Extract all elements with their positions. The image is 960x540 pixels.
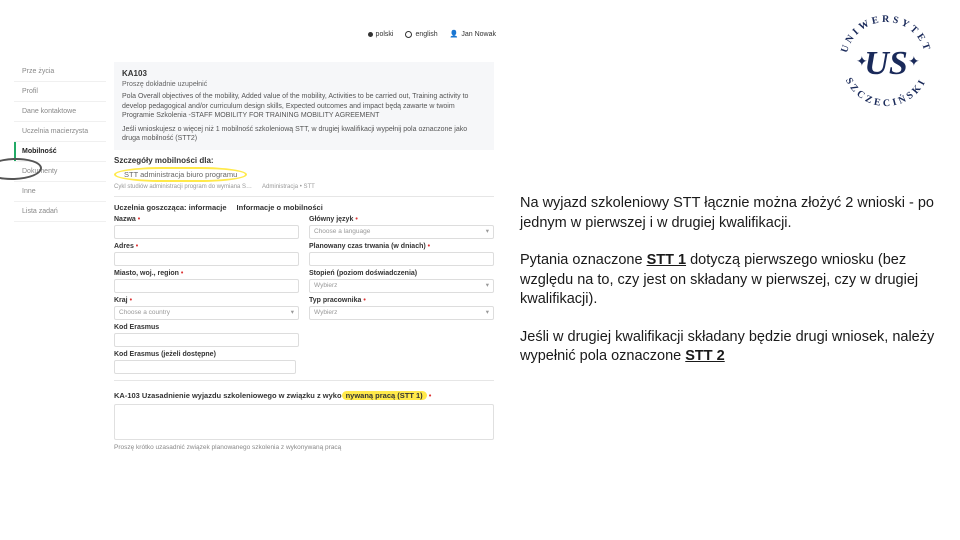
adres-input[interactable]: [114, 252, 299, 266]
adres-label: Adres •: [114, 243, 299, 250]
sidebar-item-profil[interactable]: Profil: [14, 82, 106, 102]
logo-initials: US: [864, 45, 907, 82]
university-logo: UNIWERSYTET SZCZECIŃSKI US ✦ ✦: [830, 6, 942, 118]
top-bar: polski english 👤Jan Nowak: [368, 30, 496, 38]
stopien-label: Stopień (poziom doświadczenia): [309, 270, 494, 277]
czas-label: Planowany czas trwania (w dniach) •: [309, 243, 494, 250]
details-meta-right: Administracja • STT: [262, 184, 315, 190]
application-screenshot: polski english 👤Jan Nowak Prze życia Pro…: [14, 30, 504, 530]
jezyk-label: Główny język •: [309, 216, 494, 223]
stt-textarea[interactable]: [114, 404, 494, 440]
czas-input[interactable]: [309, 252, 494, 266]
lang-polish[interactable]: polski: [368, 31, 394, 38]
svg-text:✦: ✦: [908, 53, 920, 69]
card-body2: Jeśli wnioskujesz o więcej niż 1 mobilno…: [122, 125, 486, 144]
details-meta-left: Cykl studiów administracji program do wy…: [114, 184, 252, 190]
sidebar: Prze życia Profil Dane kontaktowe Uczeln…: [14, 62, 106, 222]
stt-highlight: nywaną pracą (STT 1): [342, 391, 427, 400]
stt-section-title: KA-103 Uzasadnienie wyjazdu szkolenioweg…: [114, 391, 494, 400]
stopien-select[interactable]: Wybierz: [309, 279, 494, 293]
details-heading: Szczegóły mobilności dla:: [114, 156, 494, 165]
info-paragraph-2: Pytania oznaczone STT 1 dotyczą pierwsze…: [520, 251, 940, 310]
instruction-text: Na wyjazd szkoleniowy STT łącznie można …: [520, 194, 940, 385]
card-body1: Pola Overall objectives of the mobility,…: [122, 92, 486, 120]
sidebar-item-inne[interactable]: Inne: [14, 182, 106, 202]
stt-hint: Proszę krótko uzasadnić związek planowan…: [114, 444, 494, 451]
col-right-title: Informacje o mobilności: [237, 203, 323, 212]
lang-en-label: english: [415, 31, 437, 38]
user-name: Jan Nowak: [461, 31, 496, 38]
nazwa-input[interactable]: [114, 225, 299, 239]
nazwa-label: Nazwa •: [114, 216, 299, 223]
divider2: [114, 380, 494, 381]
kod-label: Kod Erasmus: [114, 324, 299, 331]
user-menu[interactable]: 👤Jan Nowak: [450, 30, 496, 38]
sidebar-item-zycia[interactable]: Prze życia: [14, 62, 106, 82]
jezyk-select[interactable]: Choose a language: [309, 225, 494, 239]
circle-icon: [405, 31, 412, 38]
stt2-emphasis: STT 2: [685, 348, 724, 364]
col-left-title: Uczelnia goszcząca: informacje: [114, 203, 227, 212]
divider: [114, 196, 494, 197]
stt1-emphasis: STT 1: [647, 252, 686, 268]
kod2-input[interactable]: [114, 360, 296, 374]
lang-english[interactable]: english: [405, 31, 437, 38]
info-paragraph-1: Na wyjazd szkoleniowy STT łącznie można …: [520, 194, 940, 233]
lang-pl-label: polski: [376, 31, 394, 38]
info-paragraph-3: Jeśli w drugiej kwalifikacji składany bę…: [520, 328, 940, 367]
miasto-label: Miasto, woj., region •: [114, 270, 299, 277]
typ-select[interactable]: Wybierz: [309, 306, 494, 320]
kraj-label: Kraj •: [114, 297, 299, 304]
svg-text:✦: ✦: [856, 53, 868, 69]
sidebar-item-lista[interactable]: Lista zadań: [14, 202, 106, 222]
card-subtitle: Proszę dokładnie uzupełnić: [122, 80, 486, 89]
kod-input[interactable]: [114, 333, 299, 347]
details-highlight: STT administracja biuro programu: [114, 167, 247, 182]
user-icon: 👤: [450, 30, 459, 38]
typ-label: Typ pracownika •: [309, 297, 494, 304]
miasto-input[interactable]: [114, 279, 299, 293]
dot-icon: [368, 32, 373, 37]
card-code: KA103: [122, 69, 486, 80]
sidebar-item-dane[interactable]: Dane kontaktowe: [14, 102, 106, 122]
details-meta: Cykl studiów administracji program do wy…: [114, 184, 494, 190]
kod2-label: Kod Erasmus (jeżeli dostępne): [114, 351, 494, 358]
kraj-select[interactable]: Choose a country: [114, 306, 299, 320]
main-panel: KA103 Proszę dokładnie uzupełnić Pola Ov…: [114, 62, 494, 451]
sidebar-item-uczelnia[interactable]: Uczelnia macierzysta: [14, 122, 106, 142]
info-card: KA103 Proszę dokładnie uzupełnić Pola Ov…: [114, 62, 494, 150]
